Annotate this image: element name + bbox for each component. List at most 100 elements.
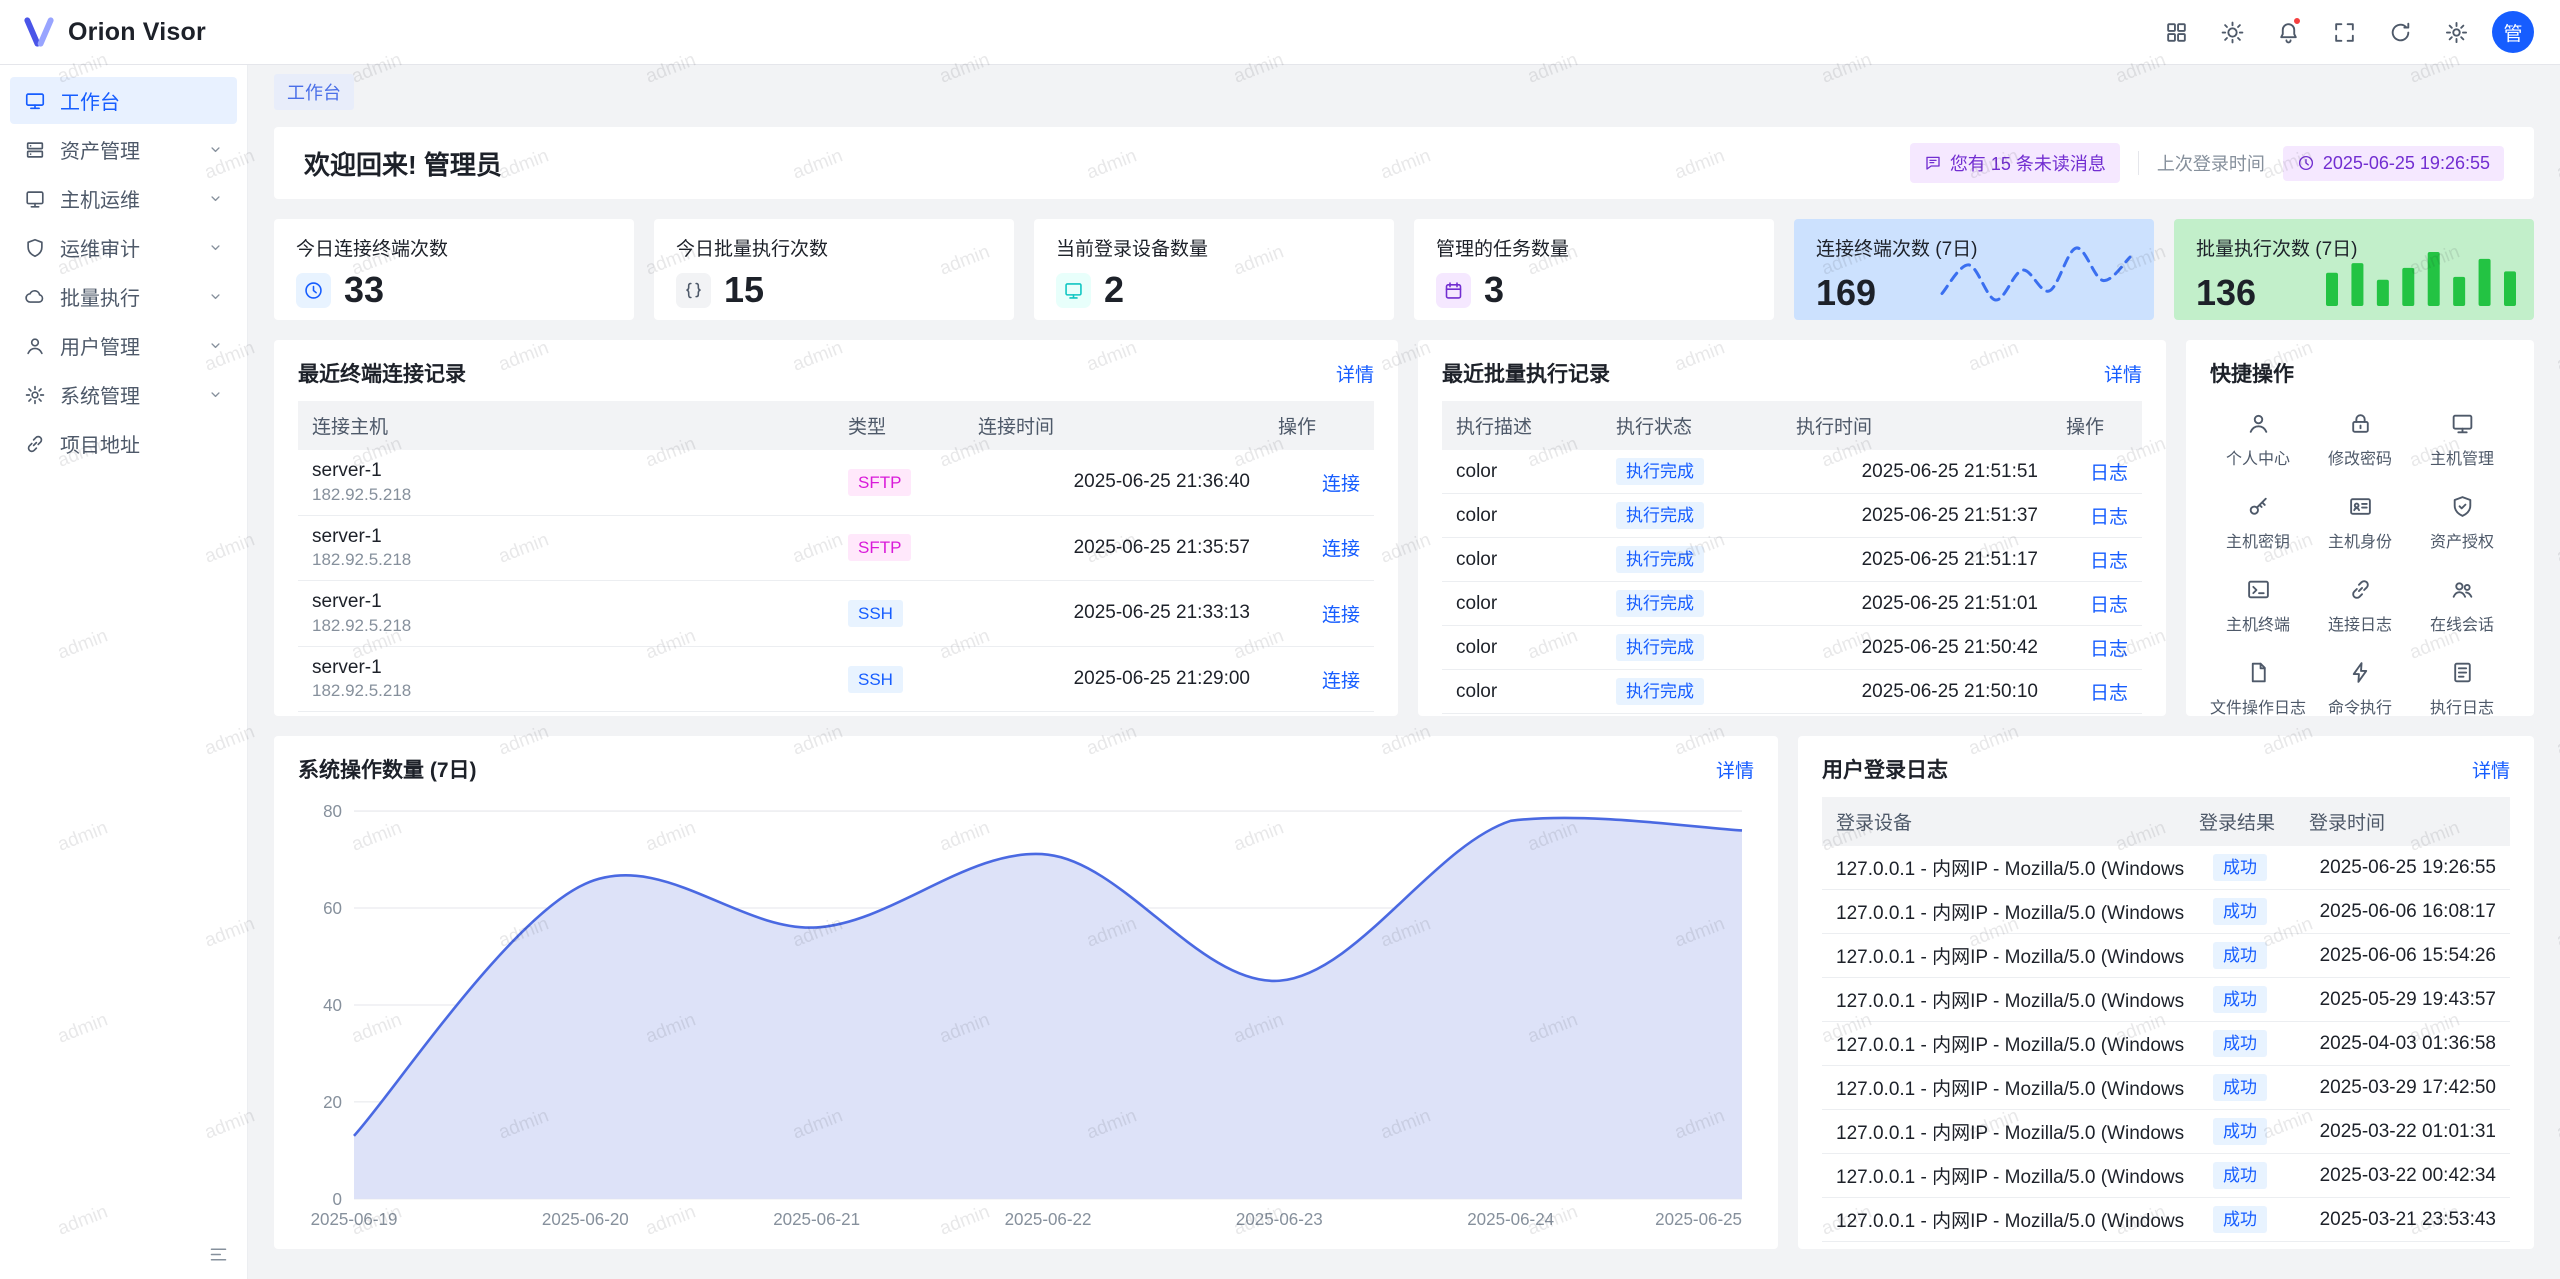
table-row: 127.0.0.1 - 内网IP - Mozilla/5.0 (Windows … (1822, 1022, 2510, 1066)
chevron-down-icon (208, 289, 223, 304)
link-icon (2348, 577, 2373, 602)
fullscreen-button[interactable] (2324, 12, 2364, 52)
settings-button[interactable] (2436, 12, 2476, 52)
sidebar-item-label: 系统管理 (60, 380, 208, 409)
login-result-badge: 成功 (2213, 1074, 2267, 1101)
svg-text:80: 80 (323, 802, 342, 821)
table-row: color执行完成2025-06-25 21:51:51日志 (1442, 450, 2142, 494)
host-ip: 182.92.5.218 (312, 680, 820, 703)
svg-text:40: 40 (323, 996, 342, 1015)
connect-link[interactable]: 连接 (1322, 605, 1360, 626)
batch-icon (24, 286, 46, 308)
area-chart-svg: 0204060802025-06-192025-06-202025-06-212… (298, 797, 1754, 1233)
terminal-details-link[interactable]: 详情 (1336, 360, 1374, 387)
sidebar-menu: 工作台资产管理主机运维运维审计批量执行用户管理系统管理项目地址 (0, 75, 247, 469)
user-avatar[interactable]: 管 (2492, 11, 2534, 53)
connect-link[interactable]: 连接 (1322, 671, 1360, 692)
stat-value: 33 (344, 272, 384, 308)
sidebar-item-batch-exec[interactable]: 批量执行 (10, 273, 237, 320)
apps-button[interactable] (2156, 12, 2196, 52)
sidebar-item-project-url[interactable]: 项目地址 (10, 420, 237, 467)
login-device: 127.0.0.1 - 内网IP - Mozilla/5.0 (Windows … (1822, 934, 2185, 978)
quick-action-10[interactable]: 命令执行 (2312, 660, 2408, 716)
stat-title: 当前登录设备数量 (1056, 234, 1372, 261)
session-icon (2450, 577, 2475, 602)
log-link[interactable]: 日志 (2090, 595, 2128, 616)
quick-action-1[interactable]: 修改密码 (2312, 411, 2408, 469)
welcome-card: 欢迎回来! 管理员 您有 15 条未读消息 上次登录时间 2025-06-25 … (274, 127, 2534, 199)
stat-icon-chip (1436, 273, 1471, 308)
quick-action-label: 命令执行 (2328, 694, 2392, 716)
svg-text:0: 0 (333, 1190, 342, 1209)
login-time: 2025-03-22 00:42:34 (2295, 1154, 2510, 1198)
batch-details-link[interactable]: 详情 (2104, 360, 2142, 387)
display-icon (1063, 280, 1084, 301)
sidebar-item-workbench[interactable]: 工作台 (10, 77, 237, 124)
operations-details-link[interactable]: 详情 (1716, 756, 1754, 783)
log-link[interactable]: 日志 (2090, 507, 2128, 528)
quick-action-8[interactable]: 在线会话 (2414, 577, 2510, 635)
sidebar-item-label: 主机运维 (60, 184, 208, 213)
stat-title: 今日连接终端次数 (296, 234, 612, 261)
quick-action-3[interactable]: 主机密钥 (2210, 494, 2306, 552)
connect-link[interactable]: 连接 (1322, 539, 1360, 560)
log-link[interactable]: 日志 (2090, 639, 2128, 660)
connect-time: 2025-06-25 21:29:00 (964, 646, 1264, 712)
connect-time: 2025-06-25 21:33:13 (964, 581, 1264, 647)
quick-action-0[interactable]: 个人中心 (2210, 411, 2306, 469)
notifications-button[interactable] (2268, 12, 2308, 52)
orion-visor-logo (22, 15, 56, 49)
log-link[interactable]: 日志 (2090, 551, 2128, 572)
table-row: 127.0.0.1 - 内网IP - Mozilla/5.0 (Windows … (1822, 1154, 2510, 1198)
login-device: 127.0.0.1 - 内网IP - Mozilla/5.0 (Windows … (1822, 1110, 2185, 1154)
svg-text:2025-06-19: 2025-06-19 (311, 1210, 398, 1229)
quick-action-4[interactable]: 主机身份 (2312, 494, 2408, 552)
quick-action-6[interactable]: 主机终端 (2210, 577, 2306, 635)
bottom-row: 系统操作数量 (7日) 详情 0204060802025-06-192025-0… (274, 736, 2534, 1249)
exec-time: 2025-06-25 21:50:10 (1782, 670, 2052, 714)
login-time: 2025-03-22 01:01:31 (2295, 1110, 2510, 1154)
vertical-divider (2138, 151, 2139, 175)
apps-grid-icon (2164, 20, 2189, 45)
login-logs-title: 用户登录日志 (1822, 754, 1948, 784)
host-ip: 182.92.5.218 (312, 549, 820, 572)
connect-time: 2025-06-25 21:35:57 (964, 515, 1264, 581)
sidebar-item-system-mgmt[interactable]: 系统管理 (10, 371, 237, 418)
table-row: color执行完成2025-06-25 21:50:42日志 (1442, 626, 2142, 670)
sidebar-item-assets[interactable]: 资产管理 (10, 126, 237, 173)
message-icon (1924, 154, 1942, 172)
quick-action-5[interactable]: 资产授权 (2414, 494, 2510, 552)
quick-action-7[interactable]: 连接日志 (2312, 577, 2408, 635)
stat-card-1: 今日批量执行次数15 (654, 219, 1014, 320)
terminal-table: 连接主机类型连接时间操作 server-1182.92.5.218SFTP202… (298, 401, 1374, 712)
login-details-link[interactable]: 详情 (2472, 756, 2510, 783)
quick-action-2[interactable]: 主机管理 (2414, 411, 2510, 469)
collapse-sidebar-icon[interactable] (208, 1244, 229, 1265)
table-row: color执行完成2025-06-25 21:51:01日志 (1442, 582, 2142, 626)
exec-status-badge: 执行完成 (1616, 502, 1704, 529)
theme-toggle-button[interactable] (2212, 12, 2252, 52)
login-result-badge: 成功 (2213, 1162, 2267, 1189)
log-link[interactable]: 日志 (2090, 683, 2128, 704)
sidebar-item-label: 工作台 (60, 86, 223, 115)
batch-table-head: 执行描述执行状态执行时间操作 (1442, 401, 2142, 450)
connect-link[interactable]: 连接 (1322, 474, 1360, 495)
last-login-label: 上次登录时间 (2157, 150, 2265, 176)
unread-messages-chip[interactable]: 您有 15 条未读消息 (1910, 143, 2120, 183)
sidebar-item-host-ops[interactable]: 主机运维 (10, 175, 237, 222)
sidebar-item-ops-audit[interactable]: 运维审计 (10, 224, 237, 271)
sidebar-item-user-mgmt[interactable]: 用户管理 (10, 322, 237, 369)
log-link[interactable]: 日志 (2090, 463, 2128, 484)
exec-description: color (1442, 450, 1602, 494)
main-area: 工作台资产管理主机运维运维审计批量执行用户管理系统管理项目地址 工作台 欢迎回来… (0, 65, 2560, 1279)
batch-table: 执行描述执行状态执行时间操作 color执行完成2025-06-25 21:51… (1442, 401, 2142, 714)
system-icon (24, 384, 46, 406)
task-icon (1443, 280, 1464, 301)
quick-action-9[interactable]: 文件操作日志 (2210, 660, 2306, 716)
login-time: 2025-05-29 19:43:57 (2295, 978, 2510, 1022)
svg-text:60: 60 (323, 899, 342, 918)
quick-action-11[interactable]: 执行日志 (2414, 660, 2510, 716)
breadcrumb-item-workbench[interactable]: 工作台 (274, 74, 354, 110)
refresh-button[interactable] (2380, 12, 2420, 52)
login-device: 127.0.0.1 - 内网IP - Mozilla/5.0 (Windows … (1822, 890, 2185, 934)
